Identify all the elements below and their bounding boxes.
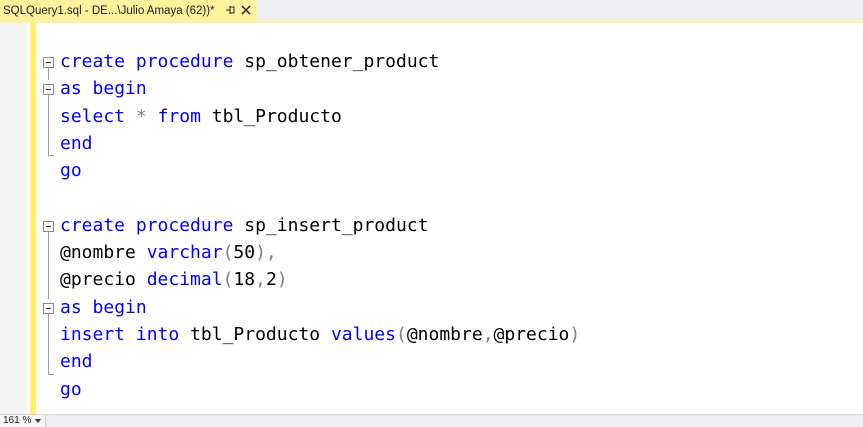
code-token: @nombre [406,324,483,345]
code-token: procedure [135,214,234,236]
code-token: into [135,324,180,345]
document-tabstrip: SQLQuery1.sql - DE...\Julio Amaya (62))* [0,0,863,23]
code-token: @nombre [60,242,147,264]
tab-title: SQLQuery1.sql - DE...\Julio Amaya (62))* [3,4,215,17]
editor-gutter [0,23,27,414]
code-token: insert [60,324,126,345]
code-line[interactable]: insert into tbl_Producto values(@nombre,… [60,321,580,348]
collapse-icon[interactable] [43,303,54,314]
code-token: , [482,324,494,345]
code-token: ) [276,269,288,291]
code-token: 2 [265,269,277,291]
outline-guide [48,95,49,155]
code-line[interactable]: as begin [60,294,147,321]
code-token: begin [92,78,147,100]
code-token: 18 [233,269,256,291]
code-token: begin [92,296,147,318]
code-token: ( [222,242,234,264]
zoom-level: 161 % [3,415,32,426]
change-tracking-bar [30,23,36,414]
code-token: end [60,132,93,154]
close-icon[interactable] [240,4,252,16]
code-token: go [60,378,82,400]
code-token: select [60,105,126,127]
chevron-down-icon [35,419,41,423]
outline-guide-end [48,155,54,156]
outline-guide-end [48,374,54,375]
code-line[interactable]: create procedure sp_insert_product [60,212,429,239]
collapse-icon[interactable] [43,84,54,95]
code-token: tbl_Producto [200,105,342,127]
zoom-dropdown[interactable]: 161 % [0,415,46,427]
code-token: ( [222,269,234,291]
code-line[interactable]: @nombre varchar(50), [60,239,277,266]
collapse-icon[interactable] [43,57,54,68]
code-token: go [60,160,82,182]
code-editor[interactable]: create procedure sp_obtener_product as be… [0,23,863,414]
code-line[interactable]: go [60,376,82,403]
code-token: create [60,51,126,72]
code-token: @precio [60,269,147,291]
code-line[interactable]: select * from tbl_Producto [60,103,342,130]
tab-sqlquery1[interactable]: SQLQuery1.sql - DE...\Julio Amaya (62))* [0,0,257,21]
code-line[interactable]: go [60,157,82,184]
code-token: procedure [135,51,234,72]
code-line[interactable]: create procedure sp_obtener_product [60,48,439,75]
code-token: varchar [146,242,223,264]
code-token: @precio [493,324,570,345]
code-token: end [60,351,93,373]
code-token: as [60,78,82,100]
outline-guide [48,232,49,299]
outline-guide [48,314,49,374]
code-token: * [135,105,147,127]
code-token: 50 [233,242,256,264]
outline-guide [48,68,49,80]
code-line[interactable]: as begin [60,75,147,102]
code-token: as [60,296,82,318]
code-token: ), [255,242,277,264]
code-line[interactable]: @precio decimal(18,2) [60,266,288,293]
code-token: values [330,324,396,345]
code-token: sp_insert_product [233,214,429,236]
code-token: ) [569,324,581,345]
code-line[interactable]: end [60,348,93,375]
code-token: from [157,105,201,127]
code-token: sp_obtener_product [233,51,440,72]
code-token: create [60,214,126,236]
code-token: decimal [146,269,223,291]
editor-statusbar: 161 % [0,414,863,427]
code-line[interactable]: end [60,130,93,157]
code-token: , [255,269,266,291]
collapse-icon[interactable] [43,221,54,232]
pin-icon[interactable] [223,3,237,17]
code-token: ( [395,324,407,345]
code-token: tbl_Producto [179,324,331,345]
